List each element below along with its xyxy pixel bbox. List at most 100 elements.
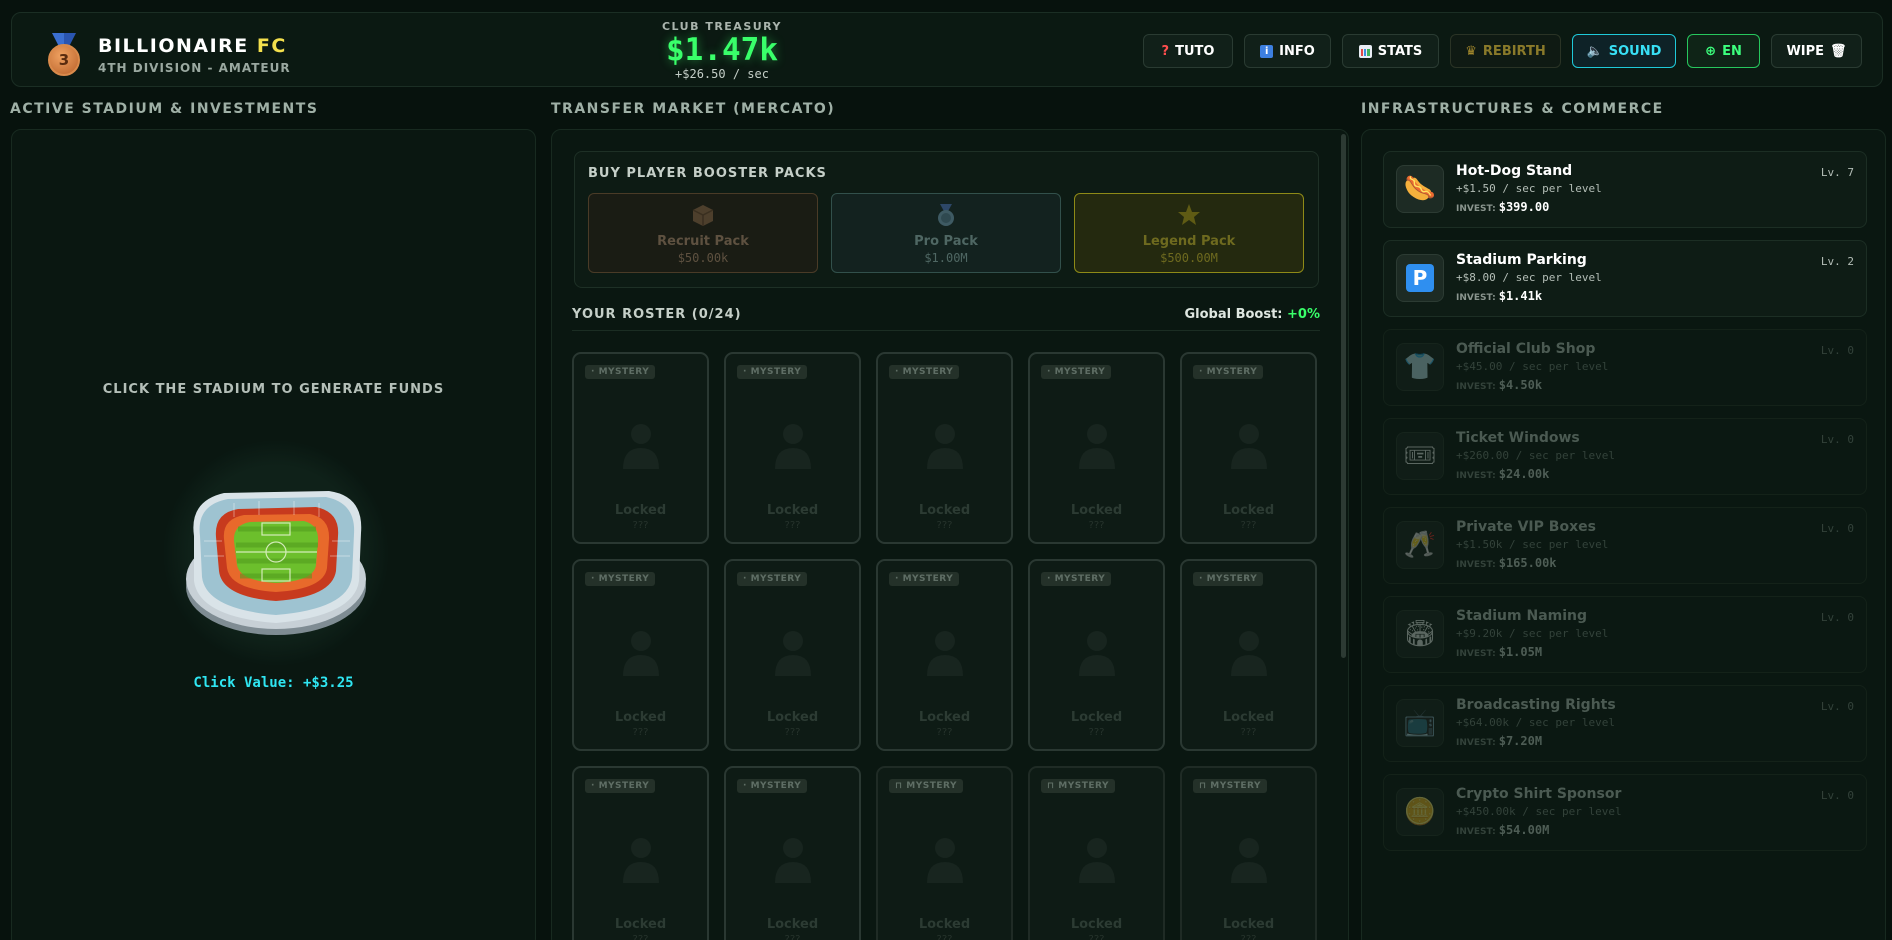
star-icon <box>1178 204 1200 225</box>
infra-cost: $165.00k <box>1498 556 1557 570</box>
champagne-icon: 🥂 <box>1403 530 1437 560</box>
lock-icon: · <box>1047 574 1055 584</box>
mystery-label: MYSTERY <box>598 367 650 377</box>
recruit-pack-name: Recruit Pack <box>657 234 749 249</box>
infra-invest: INVEST: $24.00k <box>1456 467 1549 481</box>
infra-item-stadium-naming[interactable]: 🏟 Stadium Naming +$9.20k / sec per level IN… <box>1383 596 1867 673</box>
infra-invest: INVEST: $7.20M <box>1456 734 1542 748</box>
roster-card-slot[interactable]: ⊓ MYSTERY Locked??? <box>876 766 1013 940</box>
card-unknown-label: ??? <box>1240 520 1257 531</box>
wipe-button[interactable]: WIPE 🗑 <box>1771 34 1862 68</box>
info-button[interactable]: i INFO <box>1244 34 1331 68</box>
infra-rate: +$45.00 / sec per level <box>1456 360 1609 373</box>
lock-icon: ⊓ <box>1047 781 1059 791</box>
player-silhouette-icon <box>622 424 659 469</box>
division-label: 4TH DIVISION - AMATEUR <box>98 61 291 75</box>
invest-label: INVEST: <box>1456 649 1496 659</box>
roster-card-slot[interactable]: · MYSTERY Locked??? <box>572 559 709 751</box>
infra-item-hot-dog-stand[interactable]: 🌭 Hot-Dog Stand +$1.50 / sec per level INVE… <box>1383 151 1867 228</box>
lock-icon: · <box>743 367 751 377</box>
stadium-sign-icon: 🏟 <box>1403 619 1437 649</box>
legend-pack-price: $500.00M <box>1160 251 1218 265</box>
card-locked-label: Locked <box>614 917 667 932</box>
mystery-label: MYSTERY <box>750 781 802 791</box>
recruit-pack-button[interactable]: Recruit Pack $50.00k <box>588 193 818 273</box>
invest-label: INVEST: <box>1456 560 1496 570</box>
invest-label: INVEST: <box>1456 382 1496 392</box>
infra-item-private-vip-boxes[interactable]: 🥂 Private VIP Boxes +$1.50k / sec per leve… <box>1383 507 1867 584</box>
sound-button[interactable]: 🔈 SOUND <box>1572 34 1676 68</box>
mystery-tag: · MYSTERY <box>585 779 656 793</box>
player-silhouette-icon <box>622 631 659 676</box>
roster-card-slot[interactable]: · MYSTERY Locked??? <box>876 352 1013 544</box>
pro-pack-name: Pro Pack <box>914 234 978 249</box>
infra-cost: $24.00k <box>1498 467 1550 481</box>
infra-level: Lv. 0 <box>1820 700 1854 713</box>
infra-name: Stadium Parking <box>1456 252 1587 268</box>
roster-header: YOUR ROSTER (0/24) Global Boost: +0% <box>572 307 1320 331</box>
roster-card-slot[interactable]: · MYSTERY Locked??? <box>572 766 709 940</box>
click-hint: CLICK THE STADIUM TO GENERATE FUNDS <box>102 382 445 397</box>
roster-card-slot[interactable]: · MYSTERY Locked??? <box>1180 559 1317 751</box>
stats-button[interactable]: STATS <box>1342 34 1439 68</box>
infra-level: Lv. 0 <box>1820 789 1854 802</box>
stadium-click-button[interactable] <box>164 441 388 665</box>
infra-item-ticket-windows[interactable]: 🎟 Ticket Windows +$260.00 / sec per level I… <box>1383 418 1867 495</box>
booster-packs-box: BUY PLAYER BOOSTER PACKS Recruit Pack $5… <box>574 151 1319 288</box>
global-boost-label: Global Boost: <box>1184 307 1283 322</box>
infra-item-broadcasting-rights[interactable]: 📺 Broadcasting Rights +$64.00k / sec per l… <box>1383 685 1867 762</box>
infra-name: Hot-Dog Stand <box>1456 163 1573 179</box>
player-silhouette-icon <box>774 631 811 676</box>
roster-card-slot[interactable]: · MYSTERY Locked??? <box>1180 352 1317 544</box>
card-locked-label: Locked <box>614 710 667 725</box>
rebirth-button[interactable]: ♛ REBIRTH <box>1450 34 1561 68</box>
player-silhouette-icon <box>1078 838 1115 883</box>
stadium-section-title: ACTIVE STADIUM & INVESTMENTS <box>10 101 319 117</box>
market-scrollbar[interactable] <box>1341 134 1346 658</box>
language-button[interactable]: ⊕ EN <box>1687 34 1760 68</box>
card-locked-label: Locked <box>1222 710 1275 725</box>
card-locked-label: Locked <box>614 503 667 518</box>
infra-item-crypto-shirt-sponsor[interactable]: 🪙 Crypto Shirt Sponsor +$450.00k / sec per… <box>1383 774 1867 851</box>
roster-card-slot[interactable]: · MYSTERY Locked??? <box>1028 559 1165 751</box>
roster-card-slot[interactable]: · MYSTERY Locked??? <box>724 559 861 751</box>
division-medal-icon: 3 <box>44 33 84 77</box>
pro-pack-button[interactable]: Pro Pack $1.00M <box>831 193 1061 273</box>
invest-label: INVEST: <box>1456 738 1496 748</box>
infra-item-stadium-parking[interactable]: P Stadium Parking +$8.00 / sec per level IN… <box>1383 240 1867 317</box>
infra-name: Broadcasting Rights <box>1456 697 1616 713</box>
infra-cost: $1.05M <box>1498 645 1543 659</box>
lock-icon: · <box>591 574 599 584</box>
infra-icon-box: 📺 <box>1396 699 1444 747</box>
player-silhouette-icon <box>1230 631 1267 676</box>
roster-card-slot[interactable]: · MYSTERY Locked??? <box>572 352 709 544</box>
roster-card-slot[interactable]: · MYSTERY Locked??? <box>724 352 861 544</box>
tuto-label: TUTO <box>1175 43 1215 59</box>
legend-pack-button[interactable]: Legend Pack $500.00M <box>1074 193 1304 273</box>
lock-icon: · <box>743 574 751 584</box>
trash-icon: 🗑 <box>1830 43 1847 59</box>
infra-icon-box: 🥂 <box>1396 521 1444 569</box>
lock-icon: ⊓ <box>895 781 907 791</box>
card-unknown-label: ??? <box>784 520 801 531</box>
market-section-title: TRANSFER MARKET (MERCATO) <box>551 101 836 117</box>
box-icon <box>692 205 714 226</box>
roster-card-slot[interactable]: ⊓ MYSTERY Locked??? <box>1028 766 1165 940</box>
roster-card-slot[interactable]: · MYSTERY Locked??? <box>1028 352 1165 544</box>
infra-invest: INVEST: $165.00k <box>1456 556 1557 570</box>
roster-card-slot[interactable]: ⊓ MYSTERY Locked??? <box>1180 766 1317 940</box>
mystery-label: MYSTERY <box>750 367 802 377</box>
infra-cost: $54.00M <box>1498 823 1550 837</box>
card-unknown-label: ??? <box>1240 727 1257 738</box>
infra-item-official-club-shop[interactable]: 👕 Official Club Shop +$45.00 / sec per lev… <box>1383 329 1867 406</box>
lock-icon: · <box>895 574 903 584</box>
roster-card-slot[interactable]: · MYSTERY Locked??? <box>724 766 861 940</box>
infra-level: Lv. 7 <box>1820 166 1854 179</box>
roster-card-slot[interactable]: · MYSTERY Locked??? <box>876 559 1013 751</box>
lock-icon: · <box>743 781 751 791</box>
card-locked-label: Locked <box>1222 917 1275 932</box>
stats-label: STATS <box>1377 43 1423 59</box>
lock-icon: · <box>895 367 903 377</box>
tuto-button[interactable]: ? TUTO <box>1143 34 1233 68</box>
roster-title: YOUR ROSTER (0/24) <box>572 307 742 322</box>
